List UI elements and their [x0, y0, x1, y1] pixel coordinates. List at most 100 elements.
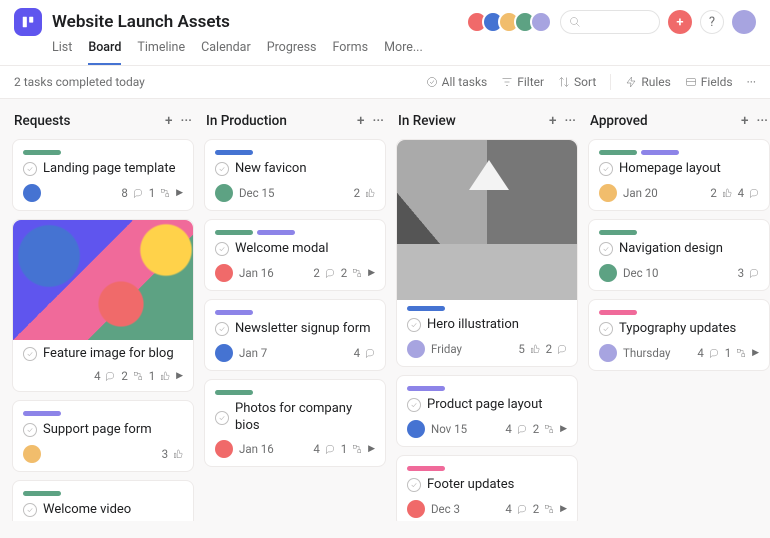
tag-pill	[215, 230, 253, 235]
complete-toggle[interactable]	[23, 423, 37, 437]
assignee-avatar[interactable]	[215, 440, 233, 458]
tag-pill	[23, 411, 61, 416]
task-card[interactable]: Photos for company bios Jan 16 4 1 ▶	[204, 379, 386, 468]
expand-icon[interactable]: ▶	[368, 444, 375, 454]
help-button[interactable]: ?	[700, 10, 724, 34]
assignee-avatar[interactable]	[599, 344, 617, 362]
search-input[interactable]	[560, 10, 660, 34]
card-tags	[599, 150, 759, 155]
tag-pill	[599, 310, 637, 315]
complete-toggle[interactable]	[599, 162, 613, 176]
fields-button[interactable]: Fields	[685, 75, 733, 89]
assignee-avatar[interactable]	[215, 264, 233, 282]
task-card[interactable]: Welcome video	[12, 480, 194, 521]
expand-icon[interactable]: ▶	[176, 188, 183, 198]
filter-button[interactable]: Filter	[501, 75, 544, 89]
card-tags	[599, 310, 759, 315]
column-in-production: In Production + ··· New favicon Dec 15 2…	[204, 111, 386, 521]
card-tags	[599, 230, 759, 235]
expand-icon[interactable]: ▶	[560, 504, 567, 514]
assignee-avatar[interactable]	[23, 445, 41, 463]
card-title: Product page layout	[427, 397, 543, 414]
assignee-avatar[interactable]	[23, 184, 41, 202]
due-date: Nov 15	[431, 422, 467, 436]
task-card[interactable]: Typography updates Thursday 4 1 ▶	[588, 299, 770, 371]
all-tasks-filter[interactable]: All tasks	[426, 75, 488, 89]
comment-count: 4	[505, 502, 526, 516]
tab-list[interactable]: List	[52, 40, 72, 65]
column-in-review: In Review + ··· Hero illustration Friday…	[396, 111, 578, 521]
card-tags	[407, 386, 567, 391]
task-card[interactable]: Footer updates Dec 3 4 2 ▶	[396, 455, 578, 521]
tab-more[interactable]: More...	[384, 40, 423, 65]
assignee-avatar[interactable]	[215, 184, 233, 202]
task-card[interactable]: Newsletter signup form Jan 7 4	[204, 299, 386, 371]
avatar[interactable]	[530, 11, 552, 33]
divider	[610, 74, 611, 90]
task-card[interactable]: Navigation design Dec 10 3	[588, 219, 770, 291]
task-card[interactable]: New favicon Dec 15 2	[204, 139, 386, 211]
member-avatars[interactable]	[472, 11, 552, 33]
complete-toggle[interactable]	[215, 411, 229, 425]
like-count: 2	[546, 342, 567, 356]
profile-avatar[interactable]	[732, 10, 756, 34]
column-menu-button[interactable]: ···	[565, 113, 576, 129]
task-card[interactable]: Hero illustration Friday 5 2	[396, 139, 578, 367]
expand-icon[interactable]: ▶	[368, 268, 375, 278]
tab-calendar[interactable]: Calendar	[201, 40, 251, 65]
tag-pill	[215, 390, 253, 395]
expand-icon[interactable]: ▶	[176, 371, 183, 381]
assignee-avatar[interactable]	[407, 340, 425, 358]
add-button[interactable]: +	[668, 10, 692, 34]
sort-button[interactable]: Sort	[558, 75, 596, 89]
task-card[interactable]: Landing page template 8 1 ▶	[12, 139, 194, 211]
task-card[interactable]: Welcome modal Jan 16 2 2 ▶	[204, 219, 386, 291]
card-title: Welcome video	[43, 502, 131, 519]
complete-toggle[interactable]	[599, 322, 613, 336]
complete-toggle[interactable]	[23, 503, 37, 517]
complete-toggle[interactable]	[23, 347, 37, 361]
tab-board[interactable]: Board	[88, 40, 121, 65]
complete-toggle[interactable]	[407, 478, 421, 492]
assignee-avatar[interactable]	[407, 420, 425, 438]
rules-button[interactable]: Rules	[625, 75, 670, 89]
task-card[interactable]: Support page form 3	[12, 400, 194, 472]
column-menu-button[interactable]: ···	[373, 113, 384, 129]
complete-toggle[interactable]	[599, 242, 613, 256]
column-menu-button[interactable]: ···	[181, 113, 192, 129]
assignee-avatar[interactable]	[407, 500, 425, 518]
complete-toggle[interactable]	[407, 318, 421, 332]
task-card[interactable]: Homepage layout Jan 20 2 4	[588, 139, 770, 211]
card-cover-image	[397, 140, 577, 300]
task-card[interactable]: Product page layout Nov 15 4 2 ▶	[396, 375, 578, 447]
complete-toggle[interactable]	[215, 322, 229, 336]
more-button[interactable]: ···	[747, 75, 756, 89]
expand-icon[interactable]: ▶	[752, 348, 759, 358]
tag-pill	[23, 491, 61, 496]
due-date: Dec 10	[623, 266, 658, 280]
complete-toggle[interactable]	[407, 398, 421, 412]
complete-toggle[interactable]	[23, 162, 37, 176]
tab-forms[interactable]: Forms	[333, 40, 369, 65]
complete-toggle[interactable]	[215, 162, 229, 176]
card-title: Photos for company bios	[235, 401, 375, 435]
tab-progress[interactable]: Progress	[267, 40, 317, 65]
add-card-button[interactable]: +	[165, 113, 173, 129]
add-card-button[interactable]: +	[549, 113, 557, 129]
column-menu-button[interactable]: ···	[757, 113, 768, 129]
assignee-avatar[interactable]	[599, 184, 617, 202]
tab-timeline[interactable]: Timeline	[137, 40, 185, 65]
project-icon[interactable]	[14, 8, 42, 36]
add-card-button[interactable]: +	[741, 113, 749, 129]
like-count: 1	[149, 369, 170, 383]
complete-toggle[interactable]	[215, 242, 229, 256]
card-title: Newsletter signup form	[235, 321, 371, 338]
task-card[interactable]: Feature image for blog 4 2 1 ▶	[12, 219, 194, 392]
assignee-avatar[interactable]	[215, 344, 233, 362]
card-tags	[215, 310, 375, 315]
add-card-button[interactable]: +	[357, 113, 365, 129]
expand-icon[interactable]: ▶	[560, 424, 567, 434]
like-count: 2	[354, 186, 375, 200]
card-title: Footer updates	[427, 477, 514, 494]
assignee-avatar[interactable]	[599, 264, 617, 282]
